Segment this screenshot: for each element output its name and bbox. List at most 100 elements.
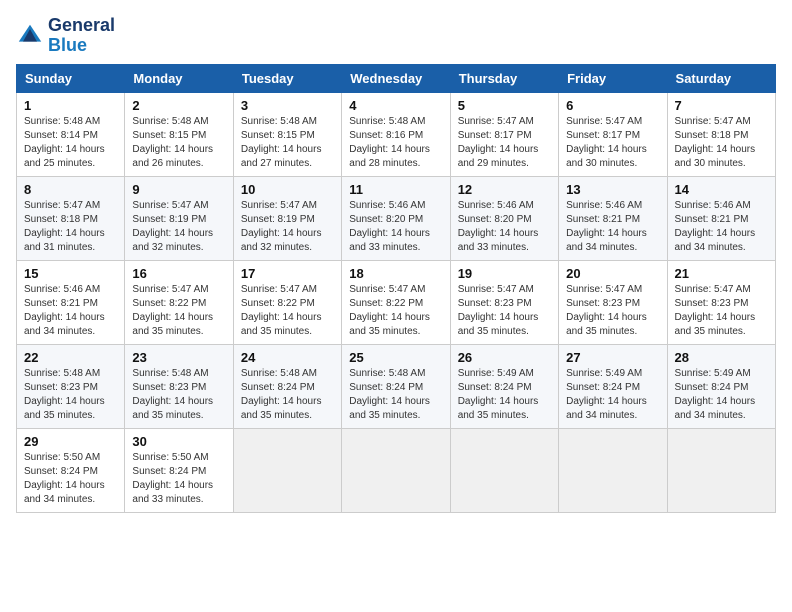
header: General Blue xyxy=(16,16,776,56)
logo-icon xyxy=(16,22,44,50)
day-number: 7 xyxy=(675,98,768,113)
calendar-cell xyxy=(233,428,341,512)
calendar-cell: 16Sunrise: 5:47 AMSunset: 8:22 PMDayligh… xyxy=(125,260,233,344)
day-number: 2 xyxy=(132,98,225,113)
day-number: 6 xyxy=(566,98,659,113)
cell-content: Sunrise: 5:48 AMSunset: 8:15 PMDaylight:… xyxy=(241,115,334,171)
calendar-cell: 29 Sunrise: 5:50 AMSunset: 8:24 PMDayligh… xyxy=(17,428,125,512)
cell-content: Sunrise: 5:48 AMSunset: 8:16 PMDaylight:… xyxy=(349,115,442,171)
calendar-cell xyxy=(342,428,450,512)
calendar-cell: 17Sunrise: 5:47 AMSunset: 8:22 PMDayligh… xyxy=(233,260,341,344)
calendar-cell: 20 Sunrise: 5:47 AMSunset: 8:23 PMDayligh… xyxy=(559,260,667,344)
day-number: 5 xyxy=(458,98,551,113)
day-number: 12 xyxy=(458,182,551,197)
calendar-cell xyxy=(559,428,667,512)
cell-content: Sunrise: 5:48 AMSunset: 8:23 PMDaylight:… xyxy=(24,367,117,423)
day-number: 8 xyxy=(24,182,117,197)
day-number: 19 xyxy=(458,266,551,281)
calendar-cell: 9Sunrise: 5:47 AMSunset: 8:19 PMDaylight… xyxy=(125,176,233,260)
cell-content: Sunrise: 5:49 AMSunset: 8:24 PMDaylight:… xyxy=(675,367,768,423)
calendar-cell: 6 Sunrise: 5:47 AMSunset: 8:17 PMDaylight… xyxy=(559,92,667,176)
day-number: 15 xyxy=(24,266,117,281)
day-number: 23 xyxy=(132,350,225,365)
calendar: SundayMondayTuesdayWednesdayThursdayFrid… xyxy=(16,64,776,513)
calendar-cell: 2 Sunrise: 5:48 AMSunset: 8:15 PMDaylight… xyxy=(125,92,233,176)
calendar-cell: 26 Sunrise: 5:49 AMSunset: 8:24 PMDayligh… xyxy=(450,344,558,428)
day-number: 1 xyxy=(24,98,117,113)
weekday-header-tuesday: Tuesday xyxy=(233,64,341,92)
calendar-cell xyxy=(667,428,775,512)
calendar-week-row: 1Sunrise: 5:48 AMSunset: 8:14 PMDaylight… xyxy=(17,92,776,176)
day-number: 13 xyxy=(566,182,659,197)
calendar-cell: 15 Sunrise: 5:46 AMSunset: 8:21 PMDayligh… xyxy=(17,260,125,344)
logo: General Blue xyxy=(16,16,115,56)
calendar-header: SundayMondayTuesdayWednesdayThursdayFrid… xyxy=(17,64,776,92)
cell-content: Sunrise: 5:50 AMSunset: 8:24 PMDaylight:… xyxy=(24,451,117,507)
weekday-header-sunday: Sunday xyxy=(17,64,125,92)
calendar-cell: 30Sunrise: 5:50 AMSunset: 8:24 PMDayligh… xyxy=(125,428,233,512)
calendar-cell: 11Sunrise: 5:46 AMSunset: 8:20 PMDayligh… xyxy=(342,176,450,260)
cell-content: Sunrise: 5:47 AMSunset: 8:22 PMDaylight:… xyxy=(132,283,225,339)
calendar-cell: 1Sunrise: 5:48 AMSunset: 8:14 PMDaylight… xyxy=(17,92,125,176)
calendar-cell: 14 Sunrise: 5:46 AMSunset: 8:21 PMDayligh… xyxy=(667,176,775,260)
calendar-cell: 18 Sunrise: 5:47 AMSunset: 8:22 PMDayligh… xyxy=(342,260,450,344)
calendar-cell: 10 Sunrise: 5:47 AMSunset: 8:19 PMDayligh… xyxy=(233,176,341,260)
cell-content: Sunrise: 5:47 AMSunset: 8:23 PMDaylight:… xyxy=(458,283,551,339)
cell-content: Sunrise: 5:46 AMSunset: 8:21 PMDaylight:… xyxy=(566,199,659,255)
day-number: 14 xyxy=(675,182,768,197)
calendar-cell xyxy=(450,428,558,512)
day-number: 3 xyxy=(241,98,334,113)
cell-content: Sunrise: 5:46 AMSunset: 8:21 PMDaylight:… xyxy=(24,283,117,339)
weekday-header-friday: Friday xyxy=(559,64,667,92)
day-number: 10 xyxy=(241,182,334,197)
cell-content: Sunrise: 5:47 AMSunset: 8:19 PMDaylight:… xyxy=(241,199,334,255)
cell-content: Sunrise: 5:47 AMSunset: 8:17 PMDaylight:… xyxy=(566,115,659,171)
cell-content: Sunrise: 5:46 AMSunset: 8:20 PMDaylight:… xyxy=(458,199,551,255)
calendar-week-row: 29 Sunrise: 5:50 AMSunset: 8:24 PMDayligh… xyxy=(17,428,776,512)
calendar-cell: 7 Sunrise: 5:47 AMSunset: 8:18 PMDaylight… xyxy=(667,92,775,176)
cell-content: Sunrise: 5:48 AMSunset: 8:24 PMDaylight:… xyxy=(241,367,334,423)
calendar-week-row: 15 Sunrise: 5:46 AMSunset: 8:21 PMDayligh… xyxy=(17,260,776,344)
day-number: 26 xyxy=(458,350,551,365)
day-number: 17 xyxy=(241,266,334,281)
calendar-cell: 3 Sunrise: 5:48 AMSunset: 8:15 PMDaylight… xyxy=(233,92,341,176)
day-number: 28 xyxy=(675,350,768,365)
day-number: 29 xyxy=(24,434,117,449)
day-number: 22 xyxy=(24,350,117,365)
day-number: 27 xyxy=(566,350,659,365)
cell-content: Sunrise: 5:47 AMSunset: 8:18 PMDaylight:… xyxy=(675,115,768,171)
day-number: 4 xyxy=(349,98,442,113)
calendar-cell: 23 Sunrise: 5:48 AMSunset: 8:23 PMDayligh… xyxy=(125,344,233,428)
cell-content: Sunrise: 5:46 AMSunset: 8:20 PMDaylight:… xyxy=(349,199,442,255)
calendar-cell: 28 Sunrise: 5:49 AMSunset: 8:24 PMDayligh… xyxy=(667,344,775,428)
cell-content: Sunrise: 5:47 AMSunset: 8:23 PMDaylight:… xyxy=(566,283,659,339)
calendar-cell: 4 Sunrise: 5:48 AMSunset: 8:16 PMDaylight… xyxy=(342,92,450,176)
cell-content: Sunrise: 5:47 AMSunset: 8:22 PMDaylight:… xyxy=(349,283,442,339)
cell-content: Sunrise: 5:49 AMSunset: 8:24 PMDaylight:… xyxy=(458,367,551,423)
cell-content: Sunrise: 5:47 AMSunset: 8:19 PMDaylight:… xyxy=(132,199,225,255)
logo-text: General Blue xyxy=(48,16,115,56)
cell-content: Sunrise: 5:48 AMSunset: 8:23 PMDaylight:… xyxy=(132,367,225,423)
weekday-header-wednesday: Wednesday xyxy=(342,64,450,92)
calendar-cell: 21Sunrise: 5:47 AMSunset: 8:23 PMDayligh… xyxy=(667,260,775,344)
calendar-cell: 22 Sunrise: 5:48 AMSunset: 8:23 PMDayligh… xyxy=(17,344,125,428)
calendar-cell: 27 Sunrise: 5:49 AMSunset: 8:24 PMDayligh… xyxy=(559,344,667,428)
calendar-cell: 25Sunrise: 5:48 AMSunset: 8:24 PMDayligh… xyxy=(342,344,450,428)
calendar-cell: 24Sunrise: 5:48 AMSunset: 8:24 PMDayligh… xyxy=(233,344,341,428)
weekday-header-monday: Monday xyxy=(125,64,233,92)
weekday-header-thursday: Thursday xyxy=(450,64,558,92)
cell-content: Sunrise: 5:46 AMSunset: 8:21 PMDaylight:… xyxy=(675,199,768,255)
day-number: 30 xyxy=(132,434,225,449)
day-number: 21 xyxy=(675,266,768,281)
cell-content: Sunrise: 5:48 AMSunset: 8:15 PMDaylight:… xyxy=(132,115,225,171)
calendar-cell: 13 Sunrise: 5:46 AMSunset: 8:21 PMDayligh… xyxy=(559,176,667,260)
calendar-week-row: 8Sunrise: 5:47 AMSunset: 8:18 PMDaylight… xyxy=(17,176,776,260)
day-number: 18 xyxy=(349,266,442,281)
cell-content: Sunrise: 5:48 AMSunset: 8:24 PMDaylight:… xyxy=(349,367,442,423)
calendar-cell: 12 Sunrise: 5:46 AMSunset: 8:20 PMDayligh… xyxy=(450,176,558,260)
weekday-header-saturday: Saturday xyxy=(667,64,775,92)
day-number: 20 xyxy=(566,266,659,281)
cell-content: Sunrise: 5:49 AMSunset: 8:24 PMDaylight:… xyxy=(566,367,659,423)
calendar-cell: 5Sunrise: 5:47 AMSunset: 8:17 PMDaylight… xyxy=(450,92,558,176)
calendar-cell: 19 Sunrise: 5:47 AMSunset: 8:23 PMDayligh… xyxy=(450,260,558,344)
